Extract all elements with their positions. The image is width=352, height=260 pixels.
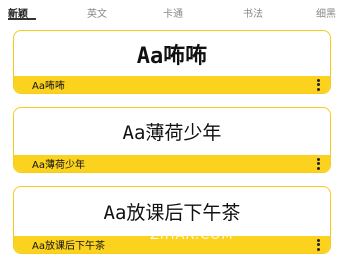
font-name: Aa放课后下午茶 [32, 241, 105, 252]
more-options-icon[interactable] [316, 78, 320, 91]
more-options-icon[interactable] [316, 238, 320, 251]
font-card[interactable]: Aa咘咘 Aa咘咘 [13, 30, 331, 94]
font-card-footer: Aa咘咘 [14, 76, 330, 93]
tab-english[interactable]: 英文 [87, 5, 107, 20]
font-category-tabs: 新颖 英文 卡通 书法 细黑 [0, 0, 352, 24]
font-preview-text: Aa咘咘 [136, 43, 208, 69]
font-card-footer: Aa薄荷少年 [14, 155, 330, 172]
tab-calligraphy[interactable]: 书法 [243, 5, 263, 20]
tab-cartoon[interactable]: 卡通 [163, 5, 183, 20]
font-preview-text: Aa薄荷少年 [122, 122, 222, 144]
font-name: Aa咘咘 [32, 81, 65, 92]
font-card[interactable]: Aa薄荷少年 Aa薄荷少年 [13, 107, 331, 173]
more-options-icon[interactable] [316, 157, 320, 170]
tab-thin-black[interactable]: 细黑 [316, 5, 336, 20]
font-name: Aa薄荷少年 [32, 160, 85, 171]
watermark-text: ZIHAR.COM [150, 228, 234, 243]
active-tab-indicator [8, 18, 36, 20]
font-card[interactable]: Aa放课后下午茶 Aa放课后下午茶 [13, 186, 331, 254]
